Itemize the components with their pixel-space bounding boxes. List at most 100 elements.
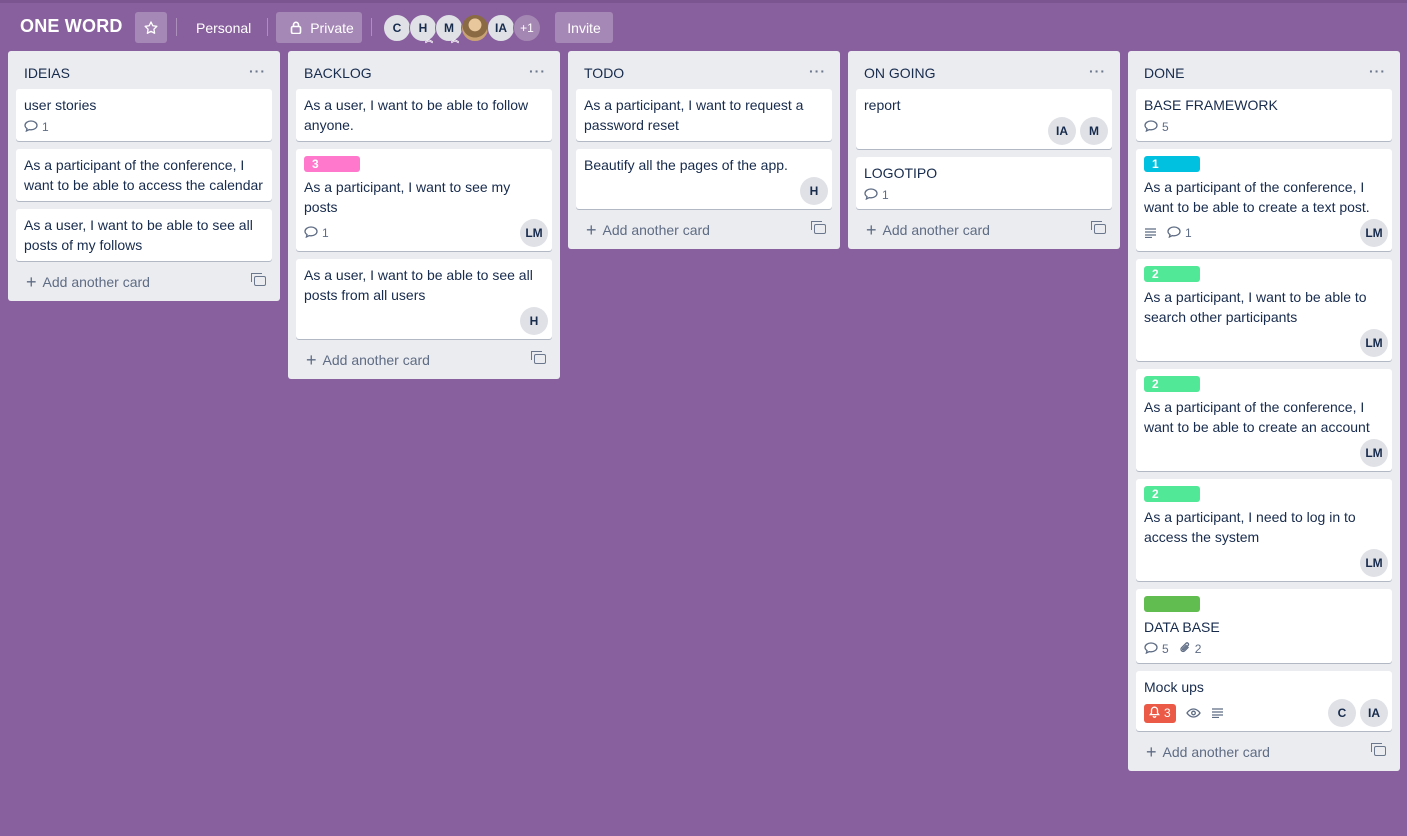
add-card-button[interactable]: + Add another card: [306, 350, 430, 370]
member-avatar[interactable]: IA: [1360, 699, 1388, 727]
list-menu-icon[interactable]: ···: [1089, 63, 1106, 79]
list-backlog: BACKLOG ··· As a user, I want to be able t…: [288, 51, 560, 379]
invite-button[interactable]: Invite: [555, 12, 613, 43]
card[interactable]: BASE FRAMEWORK 5: [1136, 89, 1392, 141]
card[interactable]: 2 As a participant of the conference, I w…: [1136, 369, 1392, 471]
header-separator: [267, 18, 268, 36]
member-avatar[interactable]: C: [383, 14, 411, 42]
card-members: LM: [520, 219, 548, 247]
member-avatar[interactable]: LM: [1360, 219, 1388, 247]
list-title[interactable]: DONE: [1144, 65, 1184, 81]
card-badges: 1: [24, 115, 264, 139]
card-title: As a participant of the conference, I wa…: [1144, 399, 1370, 435]
card[interactable]: As a participant of the conference, I wa…: [16, 149, 272, 201]
add-card-composer: + Add another card: [568, 213, 840, 249]
add-card-composer: + Add another card: [848, 213, 1120, 249]
list-title[interactable]: IDEIAS: [24, 65, 70, 81]
member-avatar[interactable]: M ︽: [435, 14, 463, 44]
comments-badge: 5: [1144, 119, 1169, 135]
card[interactable]: As a user, I want to be able to see all …: [296, 259, 552, 339]
card[interactable]: 1 As a participant of the conference, I w…: [1136, 149, 1392, 251]
list-menu-icon[interactable]: ···: [809, 63, 826, 79]
list-title[interactable]: ON GOING: [864, 65, 936, 81]
member-avatar[interactable]: C: [1328, 699, 1356, 727]
list-ideias: IDEIAS ··· user stories 1 As a participant o…: [8, 51, 280, 301]
card-members: LM: [1360, 329, 1388, 357]
member-avatar[interactable]: H: [520, 307, 548, 335]
list-title[interactable]: TODO: [584, 65, 624, 81]
card[interactable]: 2 As a participant, I want to be able to …: [1136, 259, 1392, 361]
card-template-icon[interactable]: [251, 273, 266, 286]
card[interactable]: LOGOTIPO 1: [856, 157, 1112, 209]
list-on-going: ON GOING ··· report IA M LOGOTIPO 1 + Add anothe…: [848, 51, 1120, 249]
card-spacer: [584, 135, 824, 139]
card-badges: 1: [864, 183, 1104, 207]
list-todo: TODO ··· As a participant, I want to reque…: [568, 51, 840, 249]
add-card-button[interactable]: + Add another card: [1146, 743, 1270, 761]
member-avatar[interactable]: LM: [520, 219, 548, 247]
card-label[interactable]: 2: [1144, 486, 1200, 502]
notification-badge[interactable]: 3: [1144, 703, 1176, 723]
member-avatar[interactable]: H: [800, 177, 828, 205]
member-avatar[interactable]: IA: [487, 14, 515, 42]
member-avatar[interactable]: M: [1080, 117, 1108, 145]
card-title: As a user, I want to be able to see all …: [24, 217, 253, 253]
card-template-icon[interactable]: [531, 351, 546, 364]
card[interactable]: DATA BASE 5 2: [1136, 589, 1392, 663]
card-title: Mock ups: [1144, 679, 1204, 695]
list-done: DONE ··· BASE FRAMEWORK 5 1 As a participant …: [1128, 51, 1400, 771]
add-card-button[interactable]: + Add another card: [26, 273, 150, 291]
add-card-button[interactable]: + Add another card: [866, 221, 990, 239]
header-separator: [176, 18, 177, 36]
add-card-button[interactable]: + Add another card: [586, 221, 710, 239]
member-avatar[interactable]: LM: [1360, 439, 1388, 467]
card-label[interactable]: 3: [304, 156, 360, 172]
list-title[interactable]: BACKLOG: [304, 65, 372, 81]
card-spacer: [304, 135, 544, 139]
visibility-button[interactable]: Private: [276, 12, 362, 43]
card-title: As a user, I want to be able to see all …: [304, 267, 533, 303]
card-template-icon[interactable]: [811, 221, 826, 234]
card-template-icon[interactable]: [1091, 221, 1106, 234]
admin-chevron-icon: ︽: [425, 35, 433, 44]
card[interactable]: As a user, I want to be able to follow a…: [296, 89, 552, 141]
list-menu-icon[interactable]: ···: [249, 63, 266, 79]
member-avatar[interactable]: LM: [1360, 549, 1388, 577]
card-badges: 52: [1144, 637, 1384, 661]
card[interactable]: report IA M: [856, 89, 1112, 149]
board-title[interactable]: ONE WORD: [20, 16, 123, 37]
card-template-icon[interactable]: [1371, 743, 1386, 756]
list-menu-icon[interactable]: ···: [529, 63, 546, 79]
card[interactable]: user stories 1: [16, 89, 272, 141]
card-label[interactable]: 2: [1144, 266, 1200, 282]
card[interactable]: As a user, I want to be able to see all …: [16, 209, 272, 261]
list-header: DONE ···: [1128, 51, 1400, 89]
description-icon: [1211, 708, 1224, 718]
star-board-button[interactable]: [135, 12, 167, 43]
team-button[interactable]: Personal: [196, 20, 251, 36]
card-label[interactable]: 2: [1144, 376, 1200, 392]
card[interactable]: Mock ups 3 C IA: [1136, 671, 1392, 731]
list-header: IDEIAS ···: [8, 51, 280, 89]
more-members-button[interactable]: +1: [513, 14, 541, 42]
member-avatar[interactable]: H ︽: [409, 14, 437, 44]
card-title: As a participant of the conference, I wa…: [1144, 179, 1370, 215]
plus-icon: +: [306, 350, 317, 370]
board-header: ONE WORD Personal Private C H ︽ M ︽ IA +1 …: [0, 3, 1407, 49]
card-members: H: [520, 307, 548, 335]
card-label[interactable]: 1: [1144, 156, 1200, 172]
member-avatar[interactable]: LM: [1360, 329, 1388, 357]
card[interactable]: Beautify all the pages of the app. H: [576, 149, 832, 209]
card-members: LM: [1360, 439, 1388, 467]
member-photo-avatar[interactable]: [461, 14, 489, 42]
card-title: As a user, I want to be able to follow a…: [304, 97, 529, 133]
card-badges: [1144, 437, 1384, 469]
card[interactable]: As a participant, I want to request a pa…: [576, 89, 832, 141]
card-title: As a participant, I want to request a pa…: [584, 97, 804, 133]
header-separator: [371, 18, 372, 36]
card-label[interactable]: [1144, 596, 1200, 612]
list-menu-icon[interactable]: ···: [1369, 63, 1386, 79]
card[interactable]: 2 As a participant, I need to log in to a…: [1136, 479, 1392, 581]
card[interactable]: 3 As a participant, I want to see my post…: [296, 149, 552, 251]
member-avatar[interactable]: IA: [1048, 117, 1076, 145]
